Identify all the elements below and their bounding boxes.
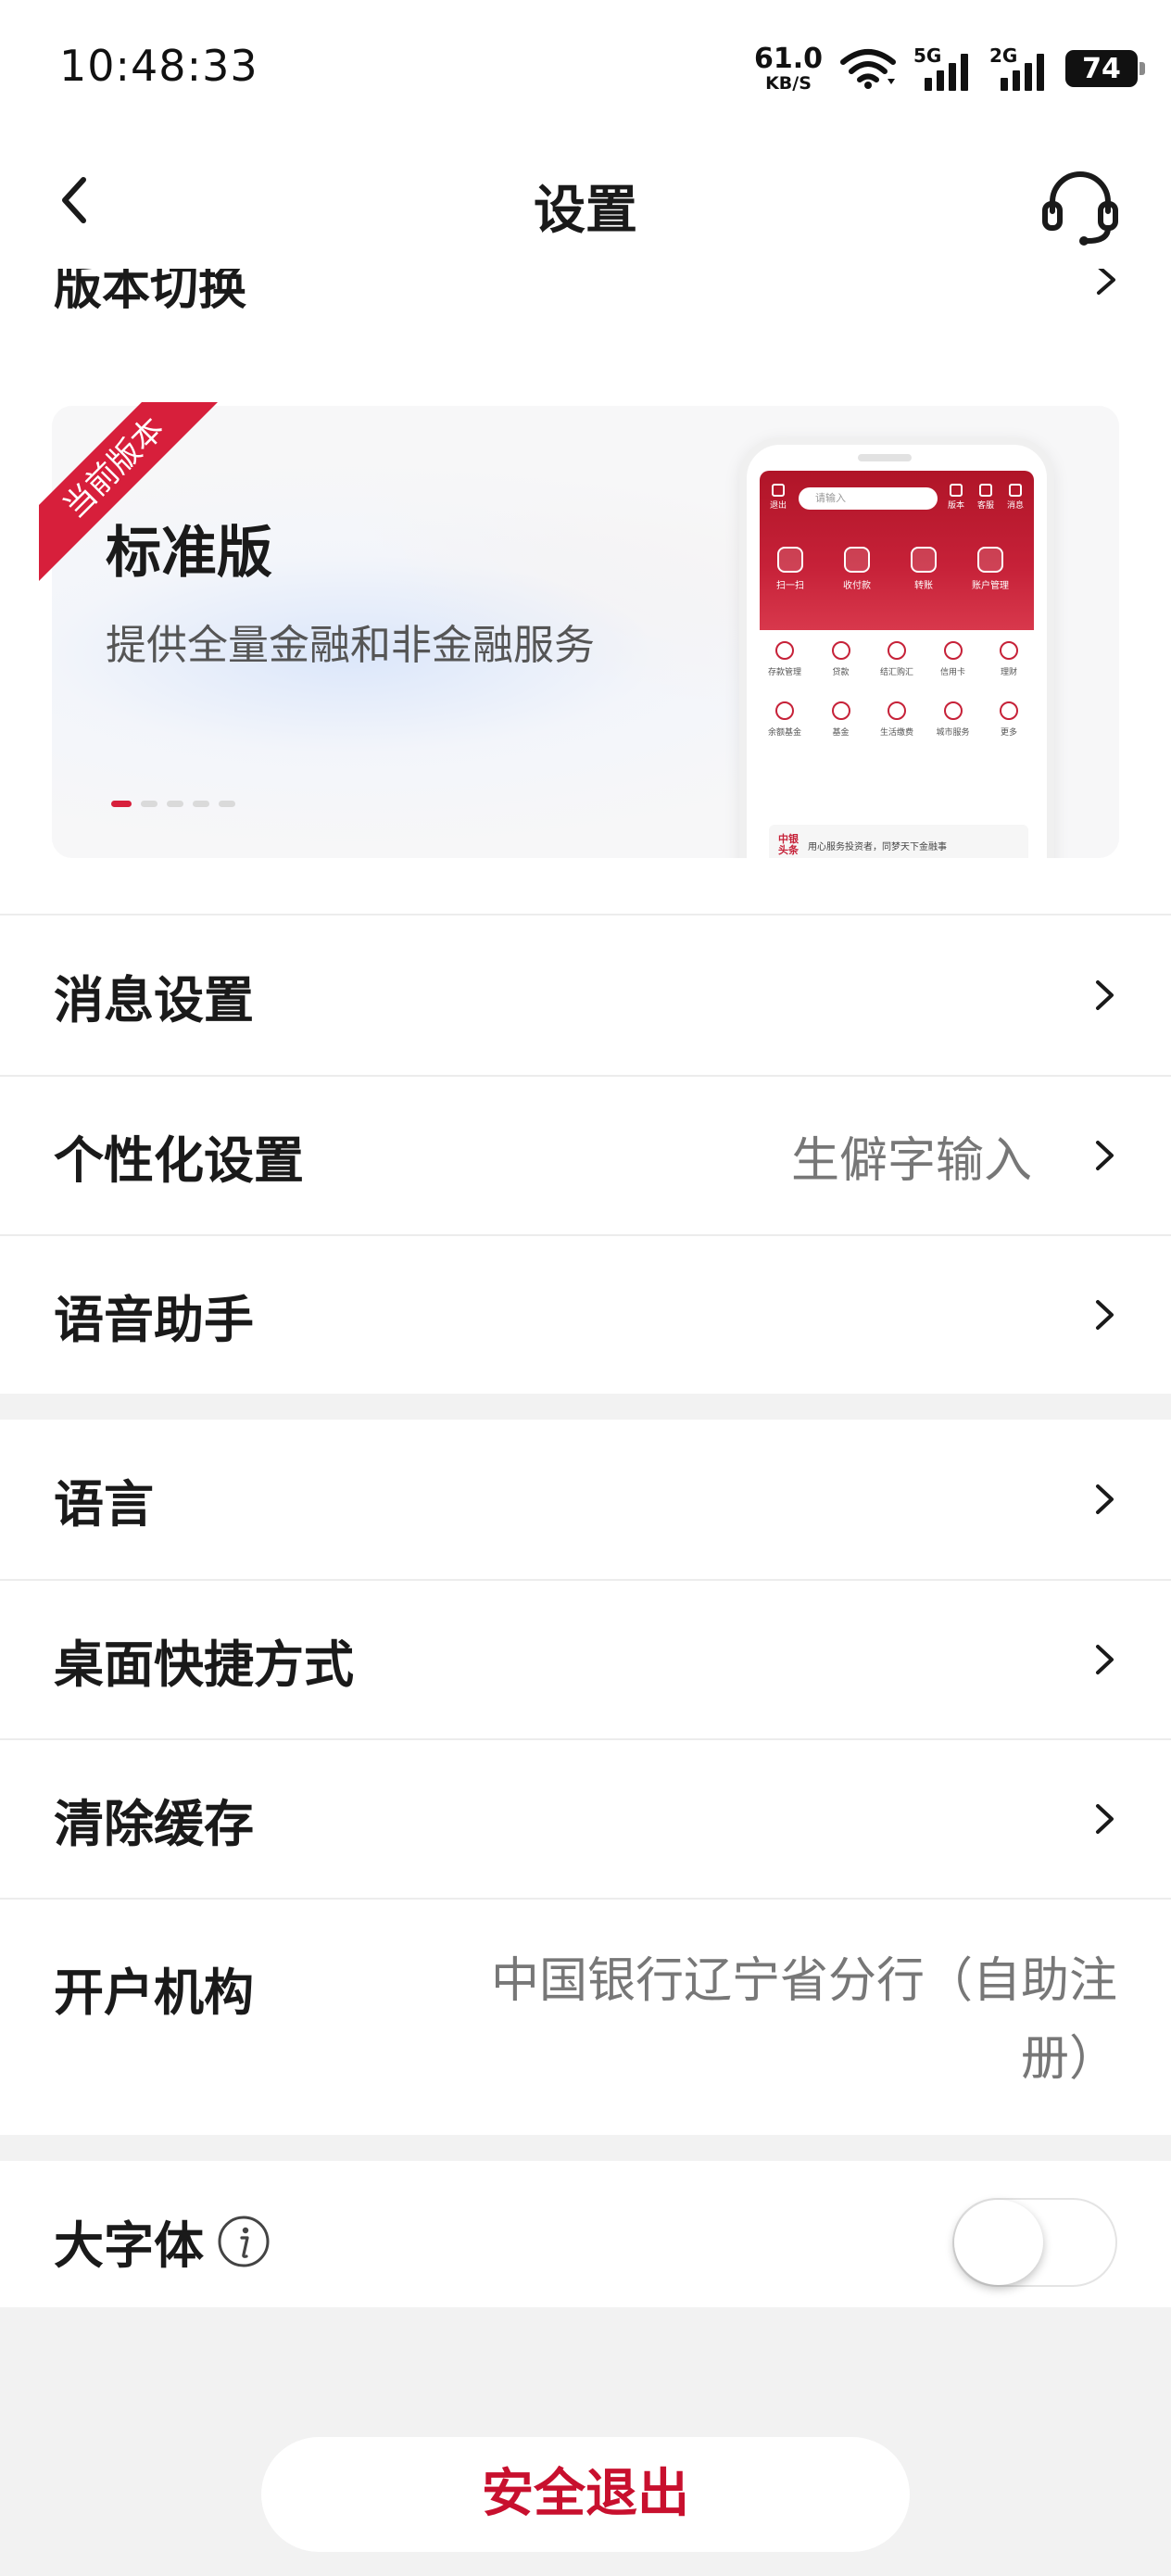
carousel-dot: [111, 801, 132, 807]
row-clear-cache[interactable]: 清除缓存: [0, 1738, 1171, 1898]
logout-area: 安全退出: [0, 2307, 1171, 2576]
preview-grid-item: 信用卡: [930, 641, 976, 677]
toggle-knob: [954, 2200, 1043, 2285]
nav-bar: 设置: [0, 139, 1171, 269]
settings-group-system: 语言 桌面快捷方式 清除缓存 开户机构 中国银行辽宁省分行（自助注 册）: [0, 1420, 1171, 2135]
account-branch-value: 中国银行辽宁省分行（自助注 册）: [413, 1942, 1117, 2098]
preview-grid-item: 基金: [818, 701, 864, 738]
version-card-description: 提供全量金融和非金融服务: [106, 622, 595, 669]
preview-grid-item: 更多: [986, 701, 1032, 738]
row-label: 语音助手: [54, 1290, 254, 1349]
section-divider: [0, 2135, 1171, 2161]
signal-5g-icon: 5G: [913, 44, 973, 93]
row-label: 桌面快捷方式: [54, 1635, 354, 1694]
row-label: 消息设置: [54, 970, 254, 1029]
current-version-ribbon: 当前版本: [39, 402, 224, 587]
row-large-font: 大字体: [0, 2161, 1171, 2320]
version-switch-label[interactable]: 版本切换: [54, 269, 246, 318]
chevron-right-icon: [1096, 1141, 1114, 1170]
preview-version-icon: 版本: [945, 484, 967, 511]
row-personalization[interactable]: 个性化设置 生僻字输入: [0, 1075, 1171, 1234]
row-label: 个性化设置: [54, 1130, 304, 1190]
preview-news-text: 用心服务投资者，同梦天下金融事: [808, 841, 947, 852]
row-label: 开户机构: [54, 1964, 254, 2022]
logout-button[interactable]: 安全退出: [261, 2437, 910, 2552]
preview-grid-item: 理财: [986, 641, 1032, 677]
section-divider: [0, 1394, 1171, 1420]
status-indicators: 61.0 KB/S 5G 2G 74: [753, 41, 1145, 96]
preview-search-bar: 请输入: [799, 487, 938, 510]
chevron-right-icon: [1096, 1804, 1114, 1834]
carousel-dot: [167, 801, 183, 807]
account-branch-value-line: 册）: [1020, 2031, 1117, 2087]
phone-preview-image: 退出 请输入 版本 客服 消息 扫一扫 收付款 转账 账户管理 存款管理 贷款 …: [739, 437, 1054, 858]
chevron-right-icon[interactable]: [1088, 269, 1125, 298]
preview-scan-icon: 扫一扫: [763, 547, 817, 591]
preview-function-grid: 存款管理 贷款 结汇购汇 信用卡 理财 余额基金 基金 生活缴费 城市服务 更多: [762, 641, 1032, 762]
customer-service-icon[interactable]: [1036, 161, 1125, 250]
settings-group-general: 消息设置 个性化设置 生僻字输入 语音助手: [0, 914, 1171, 1394]
preview-grid-item: 贷款: [818, 641, 864, 677]
preview-exit-icon: 退出: [767, 484, 789, 511]
phone-notch: [858, 454, 912, 461]
status-time: 10:48:33: [59, 41, 258, 91]
battery-icon: 74: [1065, 50, 1145, 87]
chevron-right-icon: [1096, 980, 1114, 1010]
preview-grid-item: 生活缴费: [874, 701, 920, 738]
status-bar: 10:48:33 61.0 KB/S 5G 2G 74: [0, 0, 1171, 139]
row-account-branch: 开户机构 中国银行辽宁省分行（自助注 册）: [0, 1898, 1171, 2135]
carousel-dot: [141, 801, 157, 807]
preview-grid-item: 存款管理: [762, 641, 808, 677]
preview-grid-item: 城市服务: [930, 701, 976, 738]
version-switch-section: 版本切换 标准版 提供全量金融和非金融服务 退出 请输入 版本 客服 消息 扫一…: [0, 269, 1171, 914]
carousel-dot: [219, 801, 235, 807]
current-version-badge: 当前版本: [39, 402, 224, 583]
preview-transfer-icon: 转账: [897, 547, 951, 591]
account-branch-value-line: 中国银行辽宁省分行（自助注: [490, 1953, 1117, 2009]
network-speed-unit: KB/S: [765, 72, 812, 94]
phone-preview-header: 退出 请输入 版本 客服 消息 扫一扫 收付款 转账 账户管理: [760, 471, 1034, 630]
preview-news-brand: 中银 头条: [778, 832, 799, 856]
preview-grid-item: 余额基金: [762, 701, 808, 738]
page-title: 设置: [534, 181, 637, 241]
chevron-right-icon: [1096, 1484, 1114, 1514]
preview-message-icon: 消息: [1004, 484, 1026, 511]
row-label: 大字体: [54, 2216, 204, 2275]
row-language[interactable]: 语言: [0, 1420, 1171, 1579]
chevron-right-icon: [1096, 1300, 1114, 1330]
info-icon[interactable]: [217, 2215, 271, 2268]
preview-news-bar: 中银 头条 用心服务投资者，同梦天下金融事: [769, 825, 1028, 858]
row-label: 清除缓存: [54, 1794, 254, 1853]
preview-service-icon: 客服: [975, 484, 997, 511]
preview-account-icon: 账户管理: [963, 547, 1017, 591]
large-font-toggle[interactable]: [952, 2198, 1117, 2287]
row-message-settings[interactable]: 消息设置: [0, 915, 1171, 1075]
preview-pay-icon: 收付款: [830, 547, 884, 591]
preview-grid-item: 结汇购汇: [874, 641, 920, 677]
network-speed-value: 61.0: [753, 42, 823, 75]
chevron-right-icon: [1096, 1645, 1114, 1674]
row-value: 生僻字输入: [790, 1132, 1032, 1189]
wifi-icon: [840, 49, 896, 89]
row-label: 语言: [54, 1474, 154, 1534]
network-speed: 61.0 KB/S: [753, 42, 823, 94]
row-desktop-shortcut[interactable]: 桌面快捷方式: [0, 1579, 1171, 1738]
carousel-indicator: [111, 801, 235, 807]
signal-2g-icon: 2G: [989, 44, 1049, 93]
row-voice-assistant[interactable]: 语音助手: [0, 1234, 1171, 1394]
carousel-dot: [193, 801, 209, 807]
settings-content: 版本切换 标准版 提供全量金融和非金融服务 退出 请输入 版本 客服 消息 扫一…: [0, 269, 1171, 2320]
